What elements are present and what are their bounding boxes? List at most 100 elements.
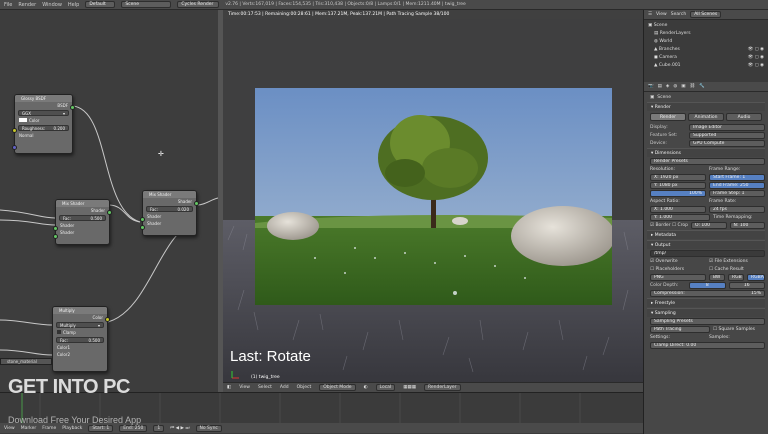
feature-set-dropdown[interactable]: Supported xyxy=(689,131,765,139)
3d-viewport[interactable]: Time:00:17:53 | Remaining:00:28:61 | Mem… xyxy=(223,10,643,382)
start-frame-field[interactable]: Start: 1 xyxy=(88,424,114,432)
start-frame-field[interactable]: Start Frame: 1 xyxy=(709,173,765,181)
section-freestyle[interactable]: ▸ Freestyle xyxy=(647,298,765,307)
menu-file[interactable]: File xyxy=(4,2,12,8)
resolution-y-field[interactable]: Y: 1080 px xyxy=(650,181,706,189)
mix-shader-node-2[interactable]: Mix Shader Shader Fac: 0.020 Shader Shade… xyxy=(140,190,199,236)
menu-select[interactable]: Select xyxy=(258,385,272,390)
menu-view[interactable]: View xyxy=(239,385,250,390)
compression-field[interactable]: Compression: 15% xyxy=(650,289,765,297)
section-metadata[interactable]: ▸ Metadata xyxy=(647,230,765,239)
shading-icon[interactable]: ◐ xyxy=(364,385,368,390)
pivot-selector[interactable]: Local xyxy=(375,384,396,391)
output-path-field[interactable]: /tmp/ xyxy=(650,249,765,257)
device-dropdown[interactable]: GPU Compute xyxy=(689,139,765,147)
outliner-item[interactable]: ▤ RenderLayers xyxy=(648,30,764,38)
section-output[interactable]: ▾ Output xyxy=(647,240,765,249)
resolution-x-field[interactable]: X: 1920 px xyxy=(650,173,706,181)
sync-selector[interactable]: No Sync xyxy=(195,424,222,432)
bw-button[interactable]: BW xyxy=(709,273,725,281)
frame-step-field[interactable]: Frame Step: 1 xyxy=(709,189,765,197)
layout-selector[interactable]: Default xyxy=(85,1,116,8)
clamp-direct-field[interactable]: Clamp Direct: 0.00 xyxy=(650,341,765,349)
outliner-menu-view[interactable]: View xyxy=(656,12,667,17)
outliner[interactable]: ▣ Scene ▤ RenderLayers ◍ World ▲ Branche… xyxy=(644,20,768,82)
square-samples-checkbox[interactable]: ☐ Square Samples xyxy=(713,327,765,332)
render-engine-selector[interactable]: Cycles Render xyxy=(177,1,220,8)
render-presets-dropdown[interactable]: Render Presets xyxy=(650,157,765,165)
fac-field[interactable]: Fac: 0.500 xyxy=(56,337,104,343)
viewport-type-icon[interactable]: ◧ xyxy=(227,385,231,390)
menu-help[interactable]: Help xyxy=(68,2,79,8)
glossy-bsdf-node[interactable]: Glossy BSDF BSDF GGX ▾ Color Roughness: 0.… xyxy=(12,94,75,154)
distribution-dropdown[interactable]: GGX ▾ xyxy=(18,110,69,116)
aspect-x-field[interactable]: X: 1.000 xyxy=(650,205,706,213)
outliner-item[interactable]: ◍ World xyxy=(648,38,764,46)
menu-render[interactable]: Render xyxy=(18,2,36,8)
end-frame-field[interactable]: End: 250 xyxy=(119,424,148,432)
clamp-checkbox[interactable]: Clamp xyxy=(53,329,107,336)
fac-field[interactable]: Fac: 0.500 xyxy=(59,215,106,221)
depth-16-button[interactable]: 16 xyxy=(728,281,765,289)
section-sampling[interactable]: ▾ Sampling xyxy=(647,308,765,317)
integrator-dropdown[interactable]: Path Tracing xyxy=(650,325,710,333)
file-extensions-checkbox[interactable]: ☑ File Extensions xyxy=(709,259,765,264)
outliner-item[interactable]: ▣ Scene xyxy=(648,22,764,30)
fps-dropdown[interactable]: 24 fps xyxy=(709,205,765,213)
scene-tab-icon[interactable]: ◈ xyxy=(666,84,669,89)
mix-shader-node-1[interactable]: Mix Shader Shader Fac: 0.500 Shader Shade… xyxy=(53,199,112,245)
animation-button[interactable]: Animation xyxy=(688,113,724,121)
material-node-partial[interactable]: stone_material xyxy=(0,358,52,365)
outliner-item[interactable]: ▲ Cube.001 👁 ◻ ◉ xyxy=(648,62,764,70)
placeholders-checkbox[interactable]: ☐ Placeholders xyxy=(650,267,706,272)
mode-selector[interactable]: Object Mode xyxy=(319,384,356,391)
scene-selector[interactable]: Scene xyxy=(121,1,172,8)
rgb-button[interactable]: RGB xyxy=(728,273,744,281)
blend-mode-dropdown[interactable]: Multiply ▾ xyxy=(56,322,104,328)
sampling-presets-dropdown[interactable]: Sampling Presets xyxy=(650,317,765,325)
layers-tab-icon[interactable]: ▤ xyxy=(658,84,662,89)
scene-filter-selector[interactable]: All Scenes xyxy=(690,11,722,18)
multiply-node[interactable]: Multiply Color Multiply ▾ Clamp Fac: 0.500… xyxy=(52,306,110,372)
menu-window[interactable]: Window xyxy=(42,2,62,8)
roughness-field[interactable]: Roughness: 0.200 xyxy=(18,125,69,131)
outliner-item[interactable]: ▲ Branches 👁 ◻ ◉ xyxy=(648,46,764,54)
timeline-menu-playback[interactable]: Playback xyxy=(62,426,82,431)
rgba-button[interactable]: RGBA xyxy=(747,273,765,281)
cache-result-checkbox[interactable]: ☐ Cache Result xyxy=(709,267,765,272)
node-color-input[interactable]: Color xyxy=(15,117,72,124)
world-tab-icon[interactable]: ◍ xyxy=(673,84,677,89)
overwrite-checkbox[interactable]: ☑ Overwrite xyxy=(650,259,706,264)
section-render[interactable]: ▾ Render xyxy=(647,102,765,111)
menu-add[interactable]: Add xyxy=(280,385,289,390)
render-button[interactable]: Render xyxy=(650,113,686,121)
object-tab-icon[interactable]: ▣ xyxy=(681,84,685,89)
current-frame-field[interactable]: 1 xyxy=(153,424,165,432)
outliner-item[interactable]: ◼ Camera 👁 ◻ ◉ xyxy=(648,54,764,62)
render-layer-selector[interactable]: RenderLayer xyxy=(423,384,461,391)
end-frame-field[interactable]: End Frame: 250 xyxy=(709,181,765,189)
resolution-percent-field[interactable]: 100% xyxy=(650,189,706,197)
display-dropdown[interactable]: Image Editor xyxy=(689,123,765,131)
render-tab-icon[interactable]: 📷 xyxy=(648,84,654,89)
timeline-menu-marker[interactable]: Marker xyxy=(21,426,37,431)
outliner-menu-search[interactable]: Search xyxy=(671,12,686,17)
outliner-type-icon[interactable]: ☰ xyxy=(648,12,652,17)
time-remap-old-field[interactable]: O: 100 xyxy=(690,221,727,229)
playback-controls-icon[interactable]: ⏮ ◀ ▶ ⏭ xyxy=(170,425,189,431)
menu-object[interactable]: Object xyxy=(297,385,312,390)
layer-buttons[interactable]: ▦▦▦ xyxy=(403,385,416,390)
audio-button[interactable]: Audio xyxy=(726,113,762,121)
fac-field[interactable]: Fac: 0.020 xyxy=(146,206,193,212)
section-dimensions[interactable]: ▾ Dimensions xyxy=(647,148,765,157)
timeline-menu-frame[interactable]: Frame xyxy=(42,426,56,431)
file-format-dropdown[interactable]: PNG xyxy=(650,273,706,281)
constraints-tab-icon[interactable]: ⛓ xyxy=(690,84,696,89)
timeline-menu-view[interactable]: View xyxy=(4,426,15,431)
modifiers-tab-icon[interactable]: 🔧 xyxy=(699,84,705,89)
node-editor[interactable]: Glossy BSDF BSDF GGX ▾ Color Roughness: 0.… xyxy=(0,10,218,422)
border-checkbox[interactable]: ☑ Border ☐ Crop xyxy=(650,223,688,228)
depth-8-button[interactable]: 8 xyxy=(689,281,726,289)
aspect-y-field[interactable]: Y: 1.000 xyxy=(650,213,710,221)
time-remap-new-field[interactable]: N: 100 xyxy=(729,221,766,229)
